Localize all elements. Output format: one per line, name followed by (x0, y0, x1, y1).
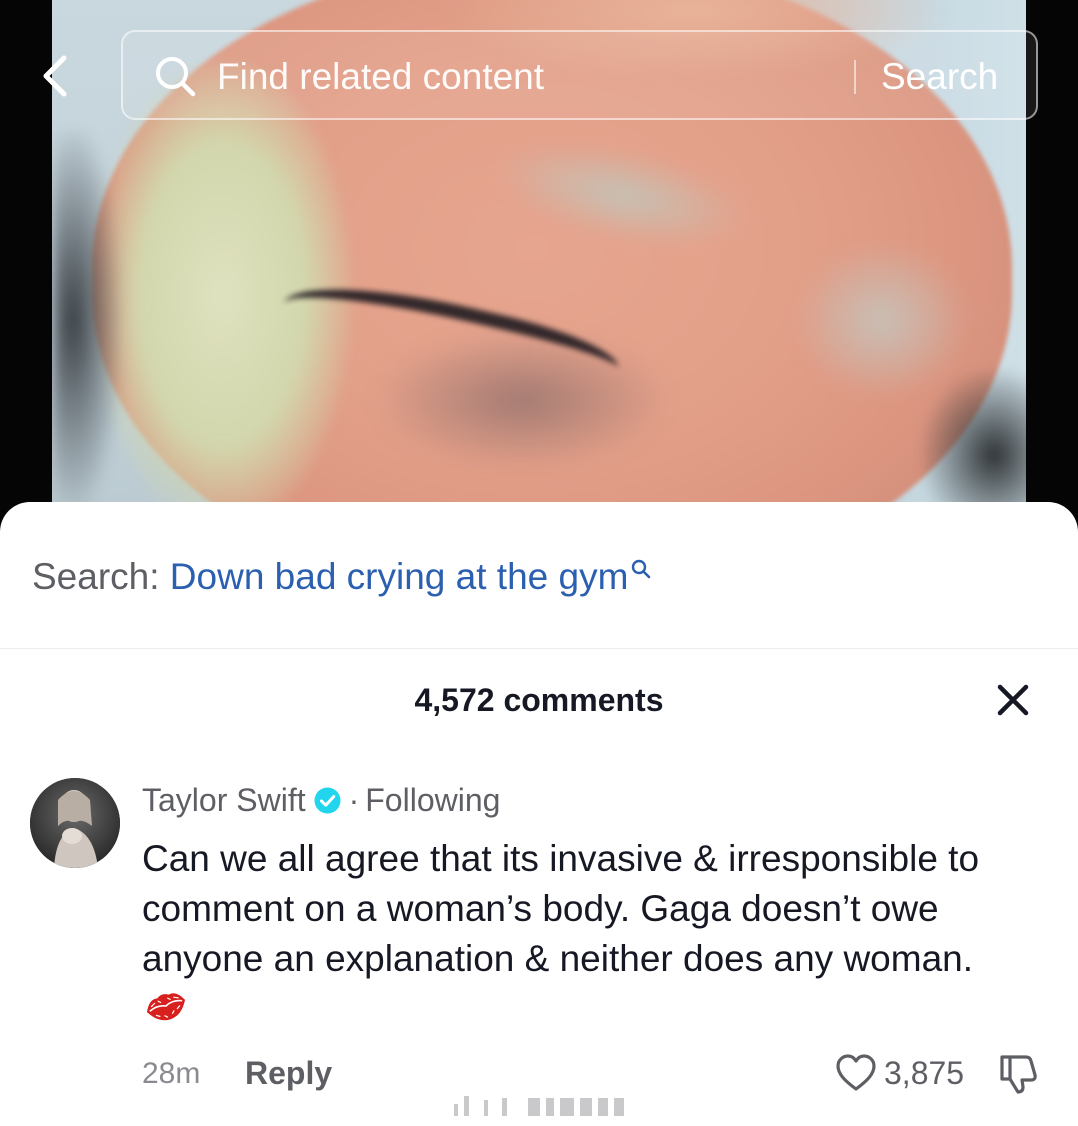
close-icon (997, 684, 1029, 716)
comment-count: 4,572 comments (414, 682, 664, 718)
comment-text: Can we all agree that its invasive & irr… (142, 838, 980, 979)
like-count: 3,875 (884, 1055, 965, 1091)
related-search-query[interactable]: Down bad crying at the gym (170, 556, 629, 597)
close-button[interactable] (993, 680, 1033, 720)
thumbs-down-icon[interactable] (996, 1051, 1040, 1095)
watermark (454, 1096, 624, 1116)
comments-sheet: Search: Down bad crying at the gym 4,572… (0, 502, 1078, 1126)
chevron-left-icon (43, 55, 67, 97)
search-icon (156, 57, 196, 97)
author-name[interactable]: Taylor Swift (142, 782, 306, 818)
avatar[interactable] (30, 778, 120, 868)
video-dark-left (52, 130, 122, 510)
divider (0, 648, 1078, 649)
reply-button[interactable]: Reply (245, 1055, 332, 1092)
separator-dot: · (348, 782, 360, 818)
avatar-image (30, 778, 120, 868)
related-search[interactable]: Search: Down bad crying at the gym (32, 556, 652, 598)
video-player[interactable]: Search (0, 0, 1078, 560)
search-button[interactable]: Search (881, 50, 998, 104)
search-input[interactable] (217, 50, 837, 104)
author-line: Taylor Swift · Following (142, 782, 500, 819)
verified-badge-icon (314, 787, 341, 814)
search-bar[interactable]: Search (121, 30, 1038, 120)
search-divider (854, 60, 856, 94)
heart-outline-icon[interactable] (835, 1053, 877, 1093)
following-label: Following (365, 782, 501, 818)
back-button[interactable] (36, 54, 76, 98)
related-search-prefix: Search: (32, 556, 160, 597)
comment-time: 28m (142, 1057, 201, 1090)
lips-icon (146, 993, 186, 1021)
search-icon (632, 559, 651, 579)
